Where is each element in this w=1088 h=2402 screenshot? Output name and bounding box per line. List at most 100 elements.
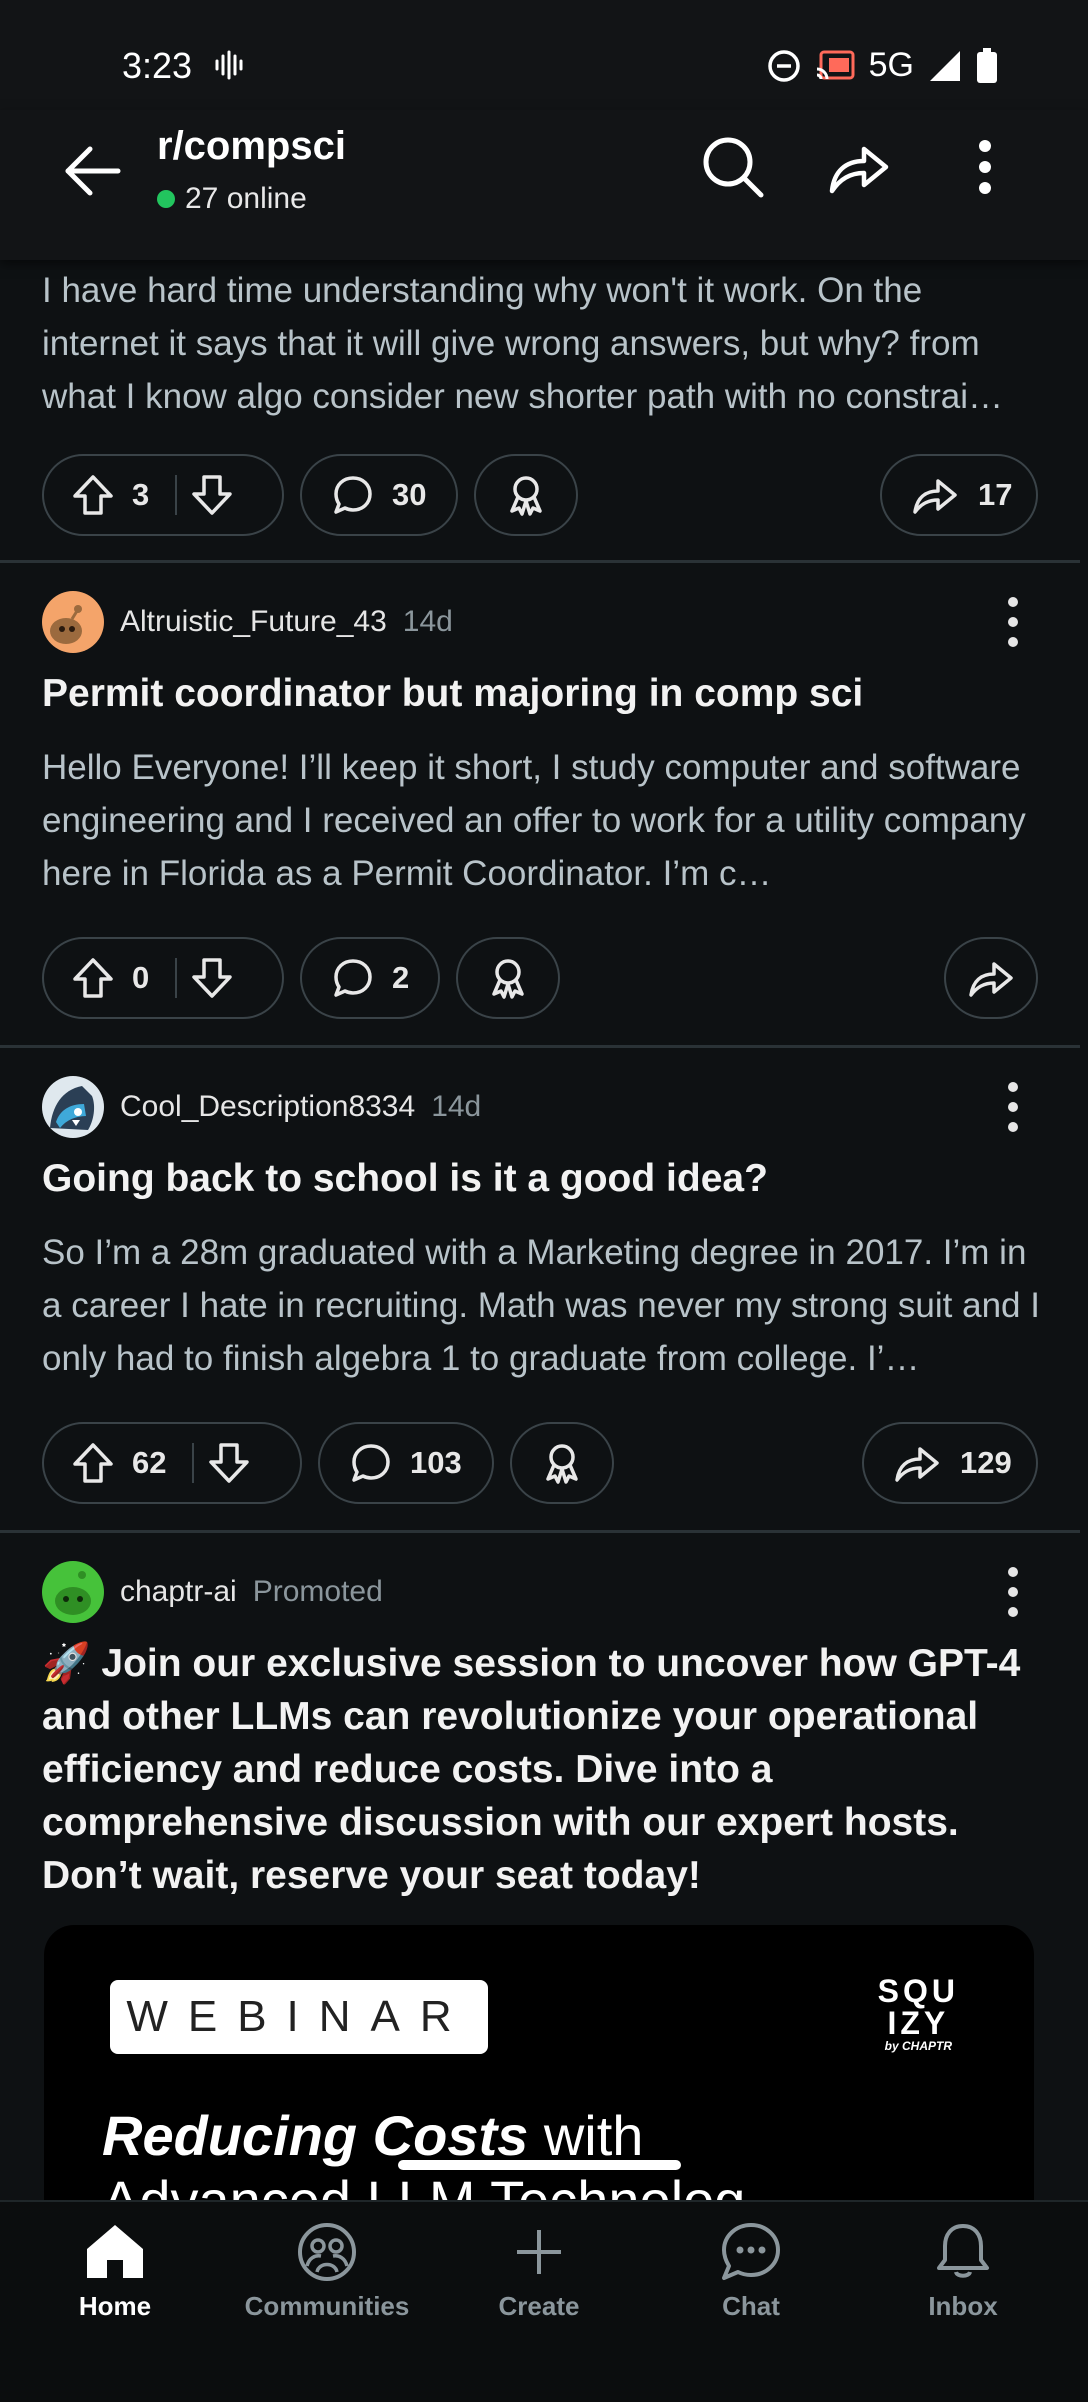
- nav-home-label: Home: [78, 2291, 152, 2321]
- promo-image[interactable]: WEBINAR SQU IZY by CHAPTR Reducing Costs…: [44, 1925, 1034, 2225]
- overflow-menu-button[interactable]: [950, 132, 1020, 202]
- upvote-count: 3: [132, 477, 150, 512]
- signal-icon: [930, 50, 960, 81]
- nav-create[interactable]: Create: [449, 2222, 629, 2322]
- award-icon: [546, 1444, 578, 1484]
- bell-icon: [937, 2224, 989, 2278]
- chat-icon: [722, 2223, 780, 2280]
- upvote-icon[interactable]: [72, 1442, 114, 1484]
- post-options-icon[interactable]: [1006, 597, 1020, 647]
- post-title[interactable]: 🚀 Join our exclusive session to uncover …: [42, 1637, 1040, 1902]
- share-icon: [913, 479, 957, 514]
- nav-communities-label: Communities: [244, 2291, 410, 2321]
- downvote-icon[interactable]: [191, 957, 233, 999]
- nav-home[interactable]: Home: [25, 2222, 205, 2322]
- award-button[interactable]: [474, 454, 578, 536]
- communities-icon: [298, 2223, 356, 2281]
- downvote-icon[interactable]: [208, 1442, 250, 1484]
- upvote-count: 0: [132, 960, 150, 995]
- plus-icon: [517, 2230, 561, 2274]
- upvote-icon[interactable]: [72, 957, 114, 999]
- vote-divider: [175, 475, 178, 515]
- post-options-icon[interactable]: [1006, 1082, 1020, 1132]
- promo-title-text: Join our exclusive session to uncover ho…: [42, 1642, 1021, 1897]
- snoo-avatar-icon: [50, 605, 82, 644]
- post-body: I have hard time understanding why won't…: [42, 271, 1004, 416]
- post-meta: Altruistic_Future_43 14d: [42, 591, 453, 653]
- upvote-count: 62: [132, 1445, 167, 1480]
- nav-inbox[interactable]: Inbox: [873, 2222, 1053, 2322]
- comment-count: 30: [392, 477, 427, 512]
- dnd-icon: [767, 49, 800, 82]
- share-button[interactable]: 129: [862, 1422, 1038, 1504]
- post-card[interactable]: Altruistic_Future_43 14d Permit coordina…: [0, 563, 1080, 1048]
- comments-button[interactable]: 103: [318, 1422, 494, 1504]
- gesture-home-bar[interactable]: [398, 2160, 681, 2170]
- nav-chat[interactable]: Chat: [661, 2222, 841, 2322]
- online-count-label: 27 online: [185, 182, 307, 215]
- post-body: Hello Everyone! I’ll keep it short, I st…: [42, 748, 1026, 893]
- comments-button[interactable]: 30: [300, 454, 458, 536]
- post-title[interactable]: Permit coordinator but majoring in comp …: [42, 667, 1040, 720]
- share-icon: [829, 146, 889, 194]
- award-button[interactable]: [510, 1422, 614, 1504]
- snoo-avatar-icon: [50, 1086, 95, 1130]
- post-card[interactable]: Cool_Description8334 14d Going back to s…: [0, 1048, 1080, 1533]
- post-meta: Cool_Description8334 14d: [42, 1076, 481, 1138]
- home-icon: [87, 2225, 143, 2278]
- rocket-emoji: 🚀: [42, 1642, 91, 1685]
- share-icon: [969, 962, 1013, 997]
- vote-group: 0: [42, 937, 284, 1019]
- avatar[interactable]: [42, 591, 104, 653]
- snoo-avatar-icon: [55, 1571, 91, 1615]
- nav-inbox-label: Inbox: [928, 2291, 998, 2321]
- share-button[interactable]: 17: [880, 454, 1038, 536]
- post-age: 14d: [402, 605, 453, 638]
- comment-icon: [334, 959, 372, 997]
- post-meta: chaptr-ai Promoted: [42, 1561, 383, 1623]
- award-button[interactable]: [456, 937, 560, 1019]
- avatar[interactable]: [42, 1561, 104, 1623]
- share-count: 129: [960, 1445, 1012, 1480]
- vote-divider: [175, 958, 178, 998]
- online-dot-icon: [157, 190, 175, 208]
- share-subreddit-button[interactable]: [823, 132, 893, 202]
- upvote-icon[interactable]: [72, 474, 114, 516]
- vote-group: 62: [42, 1422, 302, 1504]
- nav-create-label: Create: [498, 2291, 580, 2321]
- online-count: 27 online: [157, 182, 307, 216]
- award-icon: [492, 959, 524, 999]
- cast-icon: [816, 50, 855, 79]
- status-time: 3:23: [122, 45, 193, 86]
- comment-icon: [334, 476, 372, 514]
- search-button[interactable]: [698, 132, 768, 202]
- vote-group: 3: [42, 454, 284, 536]
- comment-count: 2: [392, 960, 410, 995]
- post-title[interactable]: Going back to school is it a good idea?: [42, 1152, 1040, 1205]
- post-author[interactable]: Cool_Description8334: [120, 1090, 415, 1124]
- promoted-label: Promoted: [252, 1575, 383, 1608]
- post-author[interactable]: Altruistic_Future_43: [120, 605, 387, 639]
- post-author[interactable]: chaptr-ai: [120, 1575, 237, 1609]
- vibrate-icon: [215, 50, 243, 80]
- comments-button[interactable]: 2: [300, 937, 440, 1019]
- award-icon: [510, 476, 542, 516]
- bottom-navigation: Home Communities Create Chat Inbox: [0, 2200, 1088, 2402]
- downvote-icon[interactable]: [191, 474, 233, 516]
- subreddit-header: r/compsci 27 online: [0, 110, 1088, 260]
- more-vertical-icon: [979, 140, 991, 194]
- back-arrow-icon[interactable]: [62, 140, 124, 202]
- share-icon: [895, 1447, 939, 1482]
- share-button[interactable]: [944, 937, 1038, 1019]
- search-icon: [703, 137, 764, 198]
- nav-chat-label: Chat: [722, 2291, 780, 2321]
- battery-icon: [977, 47, 997, 83]
- webinar-badge: WEBINAR: [110, 1980, 488, 2054]
- post-options-icon[interactable]: [1006, 1567, 1020, 1617]
- nav-communities[interactable]: Communities: [237, 2222, 417, 2322]
- avatar[interactable]: [42, 1076, 104, 1138]
- comment-icon: [352, 1444, 390, 1482]
- network-label: 5G: [868, 46, 914, 84]
- post-card[interactable]: I have hard time understanding why won't…: [0, 260, 1080, 563]
- subreddit-title[interactable]: r/compsci: [157, 124, 346, 169]
